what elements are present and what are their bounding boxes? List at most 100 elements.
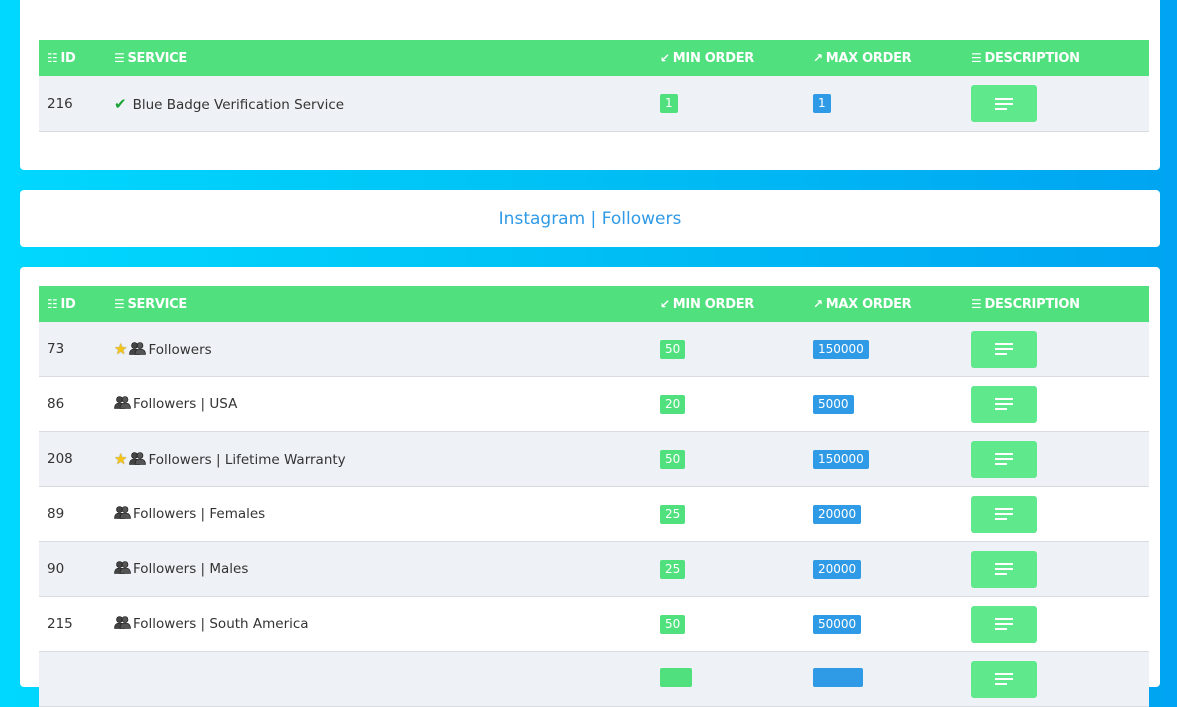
- description-button[interactable]: [971, 330, 1037, 368]
- table-row: 216 ✔ Blue Badge Verification Service 1 1: [39, 76, 1149, 132]
- max-order-badge: 5000: [813, 394, 854, 414]
- max-order-badge: 150000: [813, 339, 869, 359]
- min-order-badge: 50: [660, 339, 686, 359]
- header-min-order: ↙ MIN ORDER: [660, 296, 754, 312]
- list-ordered-icon: ☷: [47, 296, 58, 311]
- service-id: 86: [47, 396, 65, 412]
- service-name-cell: ★ Followers: [114, 322, 660, 377]
- service-id: 215: [47, 616, 73, 632]
- users-icon: [114, 615, 131, 633]
- description-button[interactable]: [971, 495, 1037, 533]
- service-name: Followers | Males: [133, 560, 249, 577]
- description-cell: [971, 597, 1149, 652]
- header-max-order: ↗ MAX ORDER: [813, 296, 912, 312]
- description-cell: [971, 377, 1149, 432]
- max-order-badge: 1: [813, 94, 831, 113]
- max-order-cell: 1: [813, 76, 971, 132]
- max-order-badge: 20000: [813, 504, 862, 524]
- min-order-badge: 50: [660, 449, 686, 469]
- description-button[interactable]: [971, 85, 1037, 122]
- services-table-main: ☷ ID ☰ SERVICE ↙ MIN ORDER ↗ MAX ORDER ☰ DESC…: [39, 286, 1149, 707]
- max-order-badge: 150000: [813, 449, 869, 469]
- header-description: ☰ DESCRIPTION: [971, 296, 1080, 312]
- max-order-cell: 50000: [813, 597, 971, 652]
- table-row: 215 Followers | South America 50 50000: [39, 596, 1149, 652]
- table-header-row: ☷ ID ☰ SERVICE ↙ MIN ORDER ↗ MAX ORDER ☰ DESC…: [39, 286, 1149, 322]
- service-name-cell: ✔ Blue Badge Verification Service: [114, 76, 660, 132]
- table-row: 90 Followers | Males 25 20000: [39, 541, 1149, 597]
- list-ordered-icon: ☷: [47, 50, 58, 65]
- max-order-cell: 150000: [813, 432, 971, 487]
- users-icon: [114, 395, 131, 413]
- service-id: 208: [47, 451, 73, 467]
- list-icon: ☰: [114, 296, 125, 311]
- service-name-cell: Followers | USA: [114, 377, 660, 432]
- description-button[interactable]: [971, 660, 1037, 698]
- users-icon: [114, 560, 131, 578]
- service-id: 90: [47, 561, 65, 577]
- align-left-icon: ☰: [971, 296, 982, 311]
- description-button[interactable]: [971, 605, 1037, 643]
- service-name-cell: Followers | South America: [114, 597, 660, 652]
- min-order-cell: 20: [660, 377, 813, 432]
- align-left-icon: ☰: [971, 50, 982, 65]
- description-lines-icon: [995, 97, 1013, 110]
- header-max-order: ↗ MAX ORDER: [813, 50, 912, 66]
- checkmark-icon: ✔: [114, 94, 127, 113]
- description-cell: [971, 432, 1149, 487]
- min-order-badge: 25: [660, 504, 686, 524]
- description-lines-icon: [995, 343, 1013, 355]
- description-cell: [971, 322, 1149, 377]
- description-lines-icon: [995, 508, 1013, 520]
- service-id: 216: [47, 95, 73, 112]
- min-order-badge: 1: [660, 94, 678, 113]
- description-lines-icon: [995, 618, 1013, 630]
- min-order-badge: 50: [660, 614, 686, 634]
- arrow-up-right-icon: ↗: [813, 296, 823, 311]
- table-row: 89 Followers | Females 25 20000: [39, 486, 1149, 542]
- description-button[interactable]: [971, 385, 1037, 423]
- users-icon: [129, 341, 147, 359]
- header-id: ☷ ID: [47, 50, 76, 66]
- category-title: Instagram | Followers: [498, 208, 682, 229]
- description-button[interactable]: [971, 550, 1037, 588]
- service-id: [39, 652, 114, 707]
- description-cell: [971, 76, 1149, 132]
- header-min-order: ↙ MIN ORDER: [660, 50, 754, 66]
- table-row: 73 ★ Followers 50 150000: [39, 322, 1149, 377]
- service-name: Followers: [148, 341, 212, 358]
- arrow-down-left-icon: ↙: [660, 50, 670, 65]
- max-order-cell: 5000: [813, 377, 971, 432]
- star-icon: ★: [114, 449, 128, 468]
- service-name-cell: ★ Followers | Lifetime Warranty: [114, 432, 660, 487]
- table-row: [39, 651, 1149, 707]
- min-order-cell: 1: [660, 76, 813, 132]
- service-name-cell: [114, 652, 660, 707]
- description-cell: [971, 542, 1149, 597]
- header-id: ☷ ID: [47, 296, 76, 312]
- users-icon: [114, 505, 131, 523]
- max-order-badge: 50000: [813, 614, 862, 634]
- header-service: ☰ SERVICE: [114, 50, 187, 66]
- users-icon: [129, 451, 147, 469]
- service-id: 89: [47, 506, 65, 522]
- service-name: Blue Badge Verification Service: [132, 96, 345, 113]
- service-name: Followers | South America: [133, 615, 309, 632]
- arrow-up-right-icon: ↗: [813, 50, 823, 65]
- min-order-badge: [660, 667, 692, 687]
- min-order-cell: 50: [660, 597, 813, 652]
- max-order-cell: 150000: [813, 322, 971, 377]
- min-order-cell: [660, 652, 813, 707]
- max-order-badge: [813, 667, 863, 687]
- min-order-cell: 25: [660, 487, 813, 542]
- services-table-top: ☷ ID ☰ SERVICE ↙ MIN ORDER ↗ MAX ORDER ☰ DESC…: [39, 40, 1149, 132]
- description-button[interactable]: [971, 440, 1037, 478]
- table-header-row: ☷ ID ☰ SERVICE ↙ MIN ORDER ↗ MAX ORDER ☰ DESC…: [39, 40, 1149, 76]
- services-card-top: ☷ ID ☰ SERVICE ↙ MIN ORDER ↗ MAX ORDER ☰ DESC…: [20, 0, 1160, 170]
- header-service: ☰ SERVICE: [114, 296, 187, 312]
- table-row: 86 Followers | USA 20 5000: [39, 376, 1149, 432]
- max-order-cell: [813, 652, 971, 707]
- max-order-cell: 20000: [813, 542, 971, 597]
- min-order-cell: 25: [660, 542, 813, 597]
- min-order-badge: 20: [660, 394, 686, 414]
